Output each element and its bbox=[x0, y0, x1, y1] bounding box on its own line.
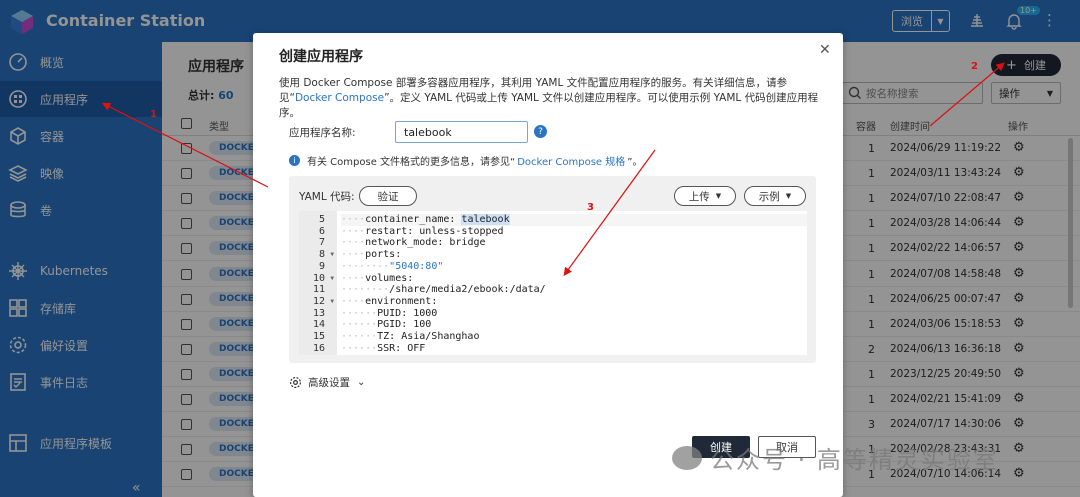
advanced-label: 高级设置 bbox=[308, 377, 350, 389]
code-line: ······-·"5040:80" bbox=[341, 261, 443, 273]
line-number-text: 6 bbox=[318, 225, 325, 237]
line-number: 14 bbox=[299, 319, 337, 331]
close-icon[interactable]: ✕ bbox=[819, 42, 831, 58]
sample-button[interactable]: 示例 ▼ bbox=[744, 186, 806, 206]
wechat-icon bbox=[672, 445, 702, 470]
gear-icon bbox=[289, 376, 302, 389]
code-text: container_name: bbox=[365, 214, 462, 225]
chevron-down-icon: ⌄ bbox=[357, 377, 366, 388]
code-line: ······SSR: OFF bbox=[341, 343, 425, 355]
code-text: SSR: OFF bbox=[377, 342, 426, 354]
advanced-settings-toggle[interactable]: 高级设置 ⌄ bbox=[289, 375, 365, 390]
code-text: environment: bbox=[365, 295, 438, 307]
app-name-label: 应用程序名称: bbox=[289, 127, 356, 139]
code-line: ····network_mode: bridge bbox=[341, 237, 486, 249]
code-value: talebook bbox=[461, 214, 510, 225]
help-icon[interactable]: ? bbox=[534, 125, 547, 138]
line-number: 8 ▼ bbox=[299, 249, 337, 261]
annotation-2: 2 bbox=[971, 61, 978, 72]
fold-arrow-icon[interactable]: ▼ bbox=[330, 273, 334, 285]
code-line: ······PUID: 1000 bbox=[341, 308, 437, 320]
validate-button[interactable]: 验证 bbox=[359, 186, 417, 206]
watermark: 公众号 · 高等精灵实验室 bbox=[672, 440, 999, 475]
indent-guides: ······-· bbox=[341, 260, 390, 272]
info-icon: i bbox=[289, 155, 300, 166]
dialog-title: 创建应用程序 bbox=[279, 49, 363, 65]
indent-guides: ···· bbox=[341, 237, 366, 249]
line-number-text: 13 bbox=[312, 307, 325, 319]
code-text: network_mode: bridge bbox=[365, 237, 486, 249]
code-line: ······-·/share/media2/ebook:/data/ bbox=[341, 284, 546, 296]
indent-guides: ···· bbox=[341, 214, 366, 225]
compose-spec-link[interactable]: Docker Compose 规格 bbox=[517, 153, 625, 168]
indent-guides: ······ bbox=[341, 331, 378, 342]
code-text: PGID: 100 bbox=[377, 319, 432, 331]
code-text: PUID: 1000 bbox=[377, 307, 438, 319]
line-number: 6 bbox=[299, 226, 337, 238]
upload-label: 上传 bbox=[688, 190, 710, 203]
line-number: 7 bbox=[299, 237, 337, 249]
line-number: 16 bbox=[299, 343, 337, 355]
line-number: 10 ▼ bbox=[299, 273, 337, 285]
indent-guides: ···· bbox=[341, 225, 366, 237]
indent-guides: ······ bbox=[341, 307, 378, 319]
code-text: ports: bbox=[365, 249, 402, 261]
docker-compose-link[interactable]: Docker Compose bbox=[295, 92, 384, 104]
line-number-text: 14 bbox=[312, 319, 325, 331]
yaml-code-editor[interactable]: 5 6 7 8 ▼ 9 10 ▼ 11 12 ▼ 13 14 15 16 ····container_nam… bbox=[299, 211, 807, 355]
line-number: 11 bbox=[299, 284, 337, 296]
line-number: 12 ▼ bbox=[299, 296, 337, 308]
fold-arrow-icon[interactable]: ▼ bbox=[330, 249, 334, 261]
fold-arrow-icon[interactable]: ▼ bbox=[330, 296, 334, 308]
code-line: ······PGID: 100 bbox=[341, 319, 431, 331]
chevron-down-icon: ▼ bbox=[785, 192, 792, 200]
line-gutter: 5 6 7 8 ▼ 9 10 ▼ 11 12 ▼ 13 14 15 16 bbox=[299, 211, 337, 355]
code-line: ····ports: bbox=[341, 249, 401, 261]
upload-button[interactable]: 上传 ▼ bbox=[674, 186, 736, 206]
indent-guides: ······ bbox=[341, 319, 378, 331]
line-number-text: 9 bbox=[318, 260, 325, 272]
line-number-text: 5 bbox=[318, 214, 325, 225]
code-line: ····environment: bbox=[341, 296, 437, 308]
info-text: ”。 bbox=[627, 157, 643, 168]
yaml-editor-panel: YAML 代码: 验证 上传 ▼ 示例 ▼ 5 6 7 8 ▼ 9 10 ▼ 11 12 ▼ 13 14 15… bbox=[289, 176, 816, 363]
line-number: 9 bbox=[299, 261, 337, 273]
code-value: "5040:80" bbox=[389, 260, 444, 272]
indent-guides: ···· bbox=[341, 272, 366, 284]
line-number: 13 bbox=[299, 308, 337, 320]
line-number-text: 11 bbox=[312, 284, 325, 296]
indent-guides: ······-· bbox=[341, 284, 390, 296]
compose-info: i 有关 Compose 文件格式的更多信息，请参见“ Docker Compos… bbox=[289, 153, 642, 168]
annotation-1: 1 bbox=[150, 109, 157, 120]
code-line: ····volumes: bbox=[341, 273, 413, 285]
code-line: ····container_name: talebook bbox=[341, 214, 807, 226]
indent-guides: ······ bbox=[341, 342, 378, 354]
indent-guides: ···· bbox=[341, 249, 366, 261]
line-number-text: 10 bbox=[312, 272, 325, 284]
code-text: restart: unless-stopped bbox=[365, 225, 504, 237]
line-number-text: 8 bbox=[318, 249, 325, 261]
line-number: 15 bbox=[299, 331, 337, 343]
code-text: volumes: bbox=[365, 272, 414, 284]
sample-label: 示例 bbox=[758, 190, 780, 203]
info-text: 有关 Compose 文件格式的更多信息，请参见“ bbox=[307, 157, 516, 168]
line-number: 5 bbox=[299, 214, 337, 226]
code-line: ······TZ: Asia/Shanghao bbox=[341, 331, 479, 343]
line-number-text: 15 bbox=[312, 331, 325, 342]
indent-guides: ···· bbox=[341, 295, 366, 307]
code-line: ····restart: unless-stopped bbox=[341, 226, 504, 238]
watermark-text: 公众号 · 高等精灵实验室 bbox=[710, 446, 999, 474]
code-text: /share/media2/ebook:/data/ bbox=[389, 284, 546, 296]
yaml-label: YAML 代码: bbox=[299, 191, 355, 203]
app-name-input[interactable] bbox=[395, 121, 528, 143]
create-app-dialog: 创建应用程序 ✕ 使用 Docker Compose 部署多容器应用程序，其利用… bbox=[253, 33, 843, 497]
line-number-text: 7 bbox=[318, 237, 325, 249]
line-number-text: 12 bbox=[312, 295, 325, 307]
dialog-description: 使用 Docker Compose 部署多容器应用程序，其利用 YAML 文件配… bbox=[279, 76, 819, 121]
chevron-down-icon: ▼ bbox=[715, 192, 722, 200]
annotation-3: 3 bbox=[587, 202, 594, 213]
line-number-text: 16 bbox=[312, 342, 325, 354]
code-text: TZ: Asia/Shanghao bbox=[377, 331, 480, 342]
